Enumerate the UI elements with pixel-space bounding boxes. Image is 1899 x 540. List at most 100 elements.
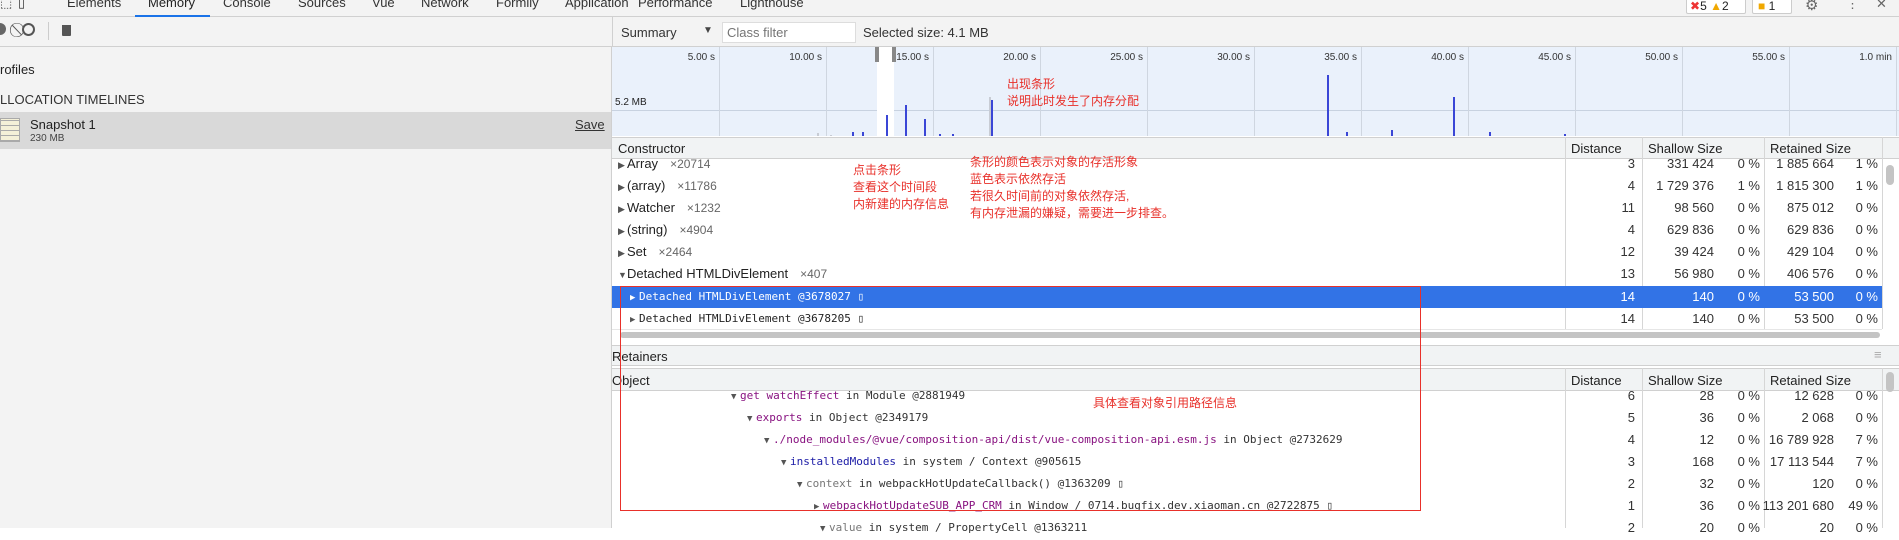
allocation-bar-alive[interactable] (952, 134, 955, 136)
timeline-tick-label: 45.00 s (1538, 52, 1571, 63)
tab-application[interactable]: Application (565, 0, 629, 10)
retainer-row[interactable]: ▼ value in system / PropertyCell @1363211… (612, 517, 1882, 539)
shallow-size-cell: 28 (1699, 388, 1714, 403)
constructor-name: Set (627, 244, 647, 259)
constructor-row[interactable]: ▶ (array) ×11786 4 1 729 376 1 % 1 815 300 1 % (612, 175, 1882, 197)
tab-lighthouse[interactable]: Lighthouse (740, 0, 804, 10)
retainers-vertical-scrollbar[interactable] (1886, 372, 1894, 392)
retained-pct-cell: 0 % (1855, 311, 1878, 326)
retained-pct-cell: 1 % (1855, 178, 1878, 193)
trash-icon[interactable] (62, 22, 71, 36)
clear-icon[interactable] (22, 23, 35, 36)
collapsed-triangle-icon[interactable]: ▶ (618, 198, 627, 220)
close-devtools-icon[interactable]: ✕ (1876, 0, 1887, 12)
error-warning-counter[interactable]: ✖5 ▲2 (1686, 0, 1746, 14)
col-divider (1882, 137, 1883, 329)
shallow-size-cell: 32 (1699, 476, 1714, 491)
profiles-sidebar: rofiles LLOCATION TIMELINES Snapshot 1 2… (0, 47, 612, 528)
instance-count: ×2464 (658, 245, 693, 259)
shallow-size-cell: 36 (1699, 410, 1714, 425)
allocation-timeline[interactable]: 5.2 MB 5.00 s 10.00 s 15.00 s 20.00 s 25.00 … (612, 47, 1899, 136)
timeline-tick-label: 30.00 s (1217, 52, 1250, 63)
class-filter-input[interactable] (722, 22, 856, 43)
retained-pct-cell: 0 % (1855, 244, 1878, 259)
allocation-bar-alive[interactable] (1489, 132, 1492, 136)
shallow-size-cell: 36 (1699, 498, 1714, 513)
snapshot-item[interactable]: Snapshot 1 230 MB Save (0, 112, 611, 149)
save-snapshot-link[interactable]: Save (575, 117, 605, 132)
shallow-pct-cell: 0 % (1737, 476, 1760, 491)
issues-counter[interactable]: ■ 1 (1752, 0, 1792, 14)
constructor-row[interactable]: ▶ Array ×20714 3 331 424 0 % 1 885 664 1 % (612, 153, 1882, 175)
tab-console[interactable]: Console (223, 0, 271, 10)
allocation-bar-alive[interactable] (939, 134, 942, 136)
retained-pct-cell: 0 % (1855, 388, 1878, 403)
allocation-bar-alive[interactable] (851, 132, 854, 136)
retained-pct-cell: 7 % (1855, 432, 1878, 447)
shallow-pct-cell: 0 % (1737, 289, 1760, 304)
distance-cell: 11 (1621, 200, 1636, 215)
view-select[interactable]: Summary (621, 25, 677, 40)
retained-pct-cell: 0 % (1855, 410, 1878, 425)
allocation-bar-alive[interactable] (885, 115, 888, 136)
shallow-pct-cell: 0 % (1737, 520, 1760, 535)
selection-left-handle[interactable] (875, 47, 880, 62)
settings-gear-icon[interactable]: ⚙ (1805, 0, 1818, 14)
timeline-gridline (1575, 47, 1576, 136)
inspect-icon[interactable]: ⬚ (0, 0, 12, 11)
annotation-bar-appears: 出现条形 说明此时发生了内存分配 (1007, 77, 1140, 108)
allocation-bar-alive[interactable] (905, 105, 908, 136)
allocation-bar-freed[interactable] (817, 133, 820, 136)
allocation-bar-alive[interactable] (1346, 132, 1349, 136)
device-toggle-icon[interactable]: ▯ (18, 0, 25, 11)
selection-right-handle[interactable] (892, 47, 897, 62)
timeline-tick-label: 55.00 s (1752, 52, 1785, 63)
allocation-bar-freed[interactable] (830, 134, 833, 136)
collapsed-triangle-icon[interactable]: ▶ (618, 220, 627, 242)
allocation-timelines-heading: LLOCATION TIMELINES (0, 92, 145, 107)
timeline-gridline (933, 47, 934, 136)
collapsed-triangle-icon[interactable]: ▶ (618, 176, 627, 198)
shallow-pct-cell: 0 % (1737, 498, 1760, 513)
record-icon[interactable] (0, 23, 6, 35)
toolbar-divider (48, 22, 49, 40)
allocation-bar-alive[interactable] (924, 119, 927, 136)
allocation-bar-alive[interactable] (862, 131, 865, 136)
distance-cell: 2 (1627, 476, 1635, 491)
drag-handle-icon[interactable]: ≡ (1874, 347, 1882, 362)
constructor-row[interactable]: ▶ Set ×2464 12 39 424 0 % 429 104 0 % (612, 241, 1882, 263)
dropdown-arrow-icon[interactable]: ▼ (703, 25, 713, 36)
tab-sources[interactable]: Sources (298, 0, 346, 10)
collapsed-triangle-icon[interactable]: ▶ (618, 154, 627, 176)
scale-line (612, 110, 1899, 111)
timeline-gridline (1147, 47, 1148, 136)
shallow-pct-cell: 0 % (1737, 266, 1760, 281)
retained-pct-cell: 0 % (1855, 222, 1878, 237)
expanded-triangle-icon[interactable]: ▼ (820, 518, 829, 540)
constructor-row[interactable]: ▼Detached HTMLDivElement ×407 13 56 980 0 % 4… (612, 263, 1882, 285)
retained-size-cell: 113 201 680 (1762, 498, 1834, 513)
allocation-bar-alive[interactable] (1564, 134, 1567, 136)
allocation-bar-alive[interactable] (1390, 130, 1393, 136)
timeline-gridline (1896, 47, 1897, 136)
warning-icon: ▲ (1710, 0, 1722, 13)
shallow-pct-cell: 0 % (1737, 311, 1760, 326)
timeline-tick-label: 35.00 s (1324, 52, 1357, 63)
instance-count: ×1232 (686, 201, 721, 215)
tab-formily[interactable]: Formily (496, 0, 539, 10)
allocation-bar-alive[interactable] (990, 100, 993, 136)
expanded-triangle-icon[interactable]: ▼ (618, 264, 627, 286)
allocation-bar-alive[interactable] (1326, 75, 1329, 136)
constructor-vertical-scrollbar[interactable] (1886, 165, 1894, 185)
tab-network[interactable]: Network (421, 0, 469, 10)
tab-memory[interactable]: Memory (148, 0, 195, 10)
tab-vue[interactable]: Vue (372, 0, 395, 10)
constructor-row[interactable]: ▶ Watcher ×1232 11 98 560 0 % 875 012 0 % (612, 197, 1882, 219)
more-options-icon[interactable]: ⋮ (1846, 0, 1859, 12)
tab-performance[interactable]: Performance (638, 0, 712, 10)
allocation-bar-alive[interactable] (1453, 97, 1456, 136)
collapsed-triangle-icon[interactable]: ▶ (618, 242, 627, 264)
constructor-row[interactable]: ▶ (string) ×4904 4 629 836 0 % 629 836 0 % (612, 219, 1882, 241)
pane-divider (612, 17, 613, 47)
tab-elements[interactable]: Elements (67, 0, 121, 10)
